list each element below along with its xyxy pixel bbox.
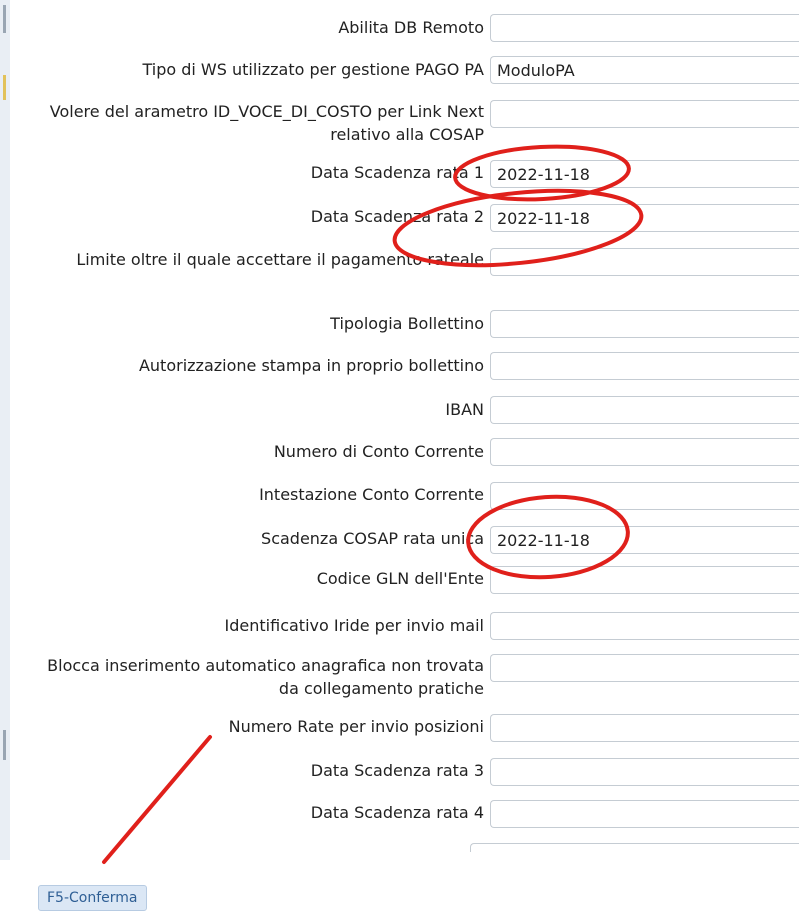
limite-pagamento-rateale-field[interactable] [490, 248, 799, 276]
confirm-button[interactable]: F5-Conferma [38, 885, 147, 911]
field-label: Codice GLN dell'Ente [316, 569, 484, 588]
field-label: IBAN [445, 400, 484, 419]
field-label: Tipologia Bollettino [330, 314, 484, 333]
field-label: Volere del arametro ID_VOCE_DI_COSTO per… [49, 102, 484, 144]
scadenza-cosap-rata-unica-field[interactable] [490, 526, 799, 554]
id-voce-di-costo-field[interactable] [490, 100, 799, 128]
field-label: Abilita DB Remoto [338, 18, 484, 37]
button-bar: F5-Conferma [0, 860, 799, 914]
iban-field[interactable] [490, 396, 799, 424]
field-label: Numero di Conto Corrente [273, 442, 484, 461]
data-scadenza-rata-3-field[interactable] [490, 758, 799, 786]
field-label: Autorizzazione stampa in proprio bollett… [138, 356, 484, 375]
data-scadenza-rata-2-field[interactable] [490, 204, 799, 232]
field-label: Data Scadenza rata 3 [310, 761, 484, 780]
data-scadenza-rata-1-field[interactable] [490, 160, 799, 188]
tipo-ws-field[interactable] [490, 56, 799, 84]
field-label: Intestazione Conto Corrente [259, 485, 484, 504]
field-label: Data Scadenza rata 1 [310, 163, 484, 182]
field-label: Limite oltre il quale accettare il pagam… [76, 250, 484, 269]
field-label: Scadenza COSAP rata unica [261, 529, 484, 548]
identificativo-iride-field[interactable] [490, 612, 799, 640]
autorizzazione-stampa-field[interactable] [490, 352, 799, 380]
form-scroll-area[interactable]: Abilita DB Remoto Tipo di WS utilizzato … [20, 0, 799, 850]
settings-window: Abilita DB Remoto Tipo di WS utilizzato … [0, 0, 799, 914]
codice-gln-field[interactable] [490, 566, 799, 594]
field-label: Data Scadenza rata 4 [310, 803, 484, 822]
field-label: Tipo di WS utilizzato per gestione PAGO … [142, 60, 484, 79]
numero-rate-field[interactable] [490, 714, 799, 742]
blocca-inserimento-field[interactable] [490, 654, 799, 682]
field-label: Data Scadenza rata 2 [310, 207, 484, 226]
tipologia-bollettino-field[interactable] [490, 310, 799, 338]
intestazione-conto-corrente-field[interactable] [490, 482, 799, 510]
next-field-edge [470, 843, 799, 852]
field-label: Numero Rate per invio posizioni [228, 717, 484, 736]
background-window-edge [0, 0, 10, 860]
field-label: Identificativo Iride per invio mail [224, 616, 484, 635]
field-label: Blocca inserimento automatico anagrafica… [47, 656, 484, 698]
abilita-db-remoto-field[interactable] [490, 14, 799, 42]
data-scadenza-rata-4-field[interactable] [490, 800, 799, 828]
numero-conto-corrente-field[interactable] [490, 438, 799, 466]
